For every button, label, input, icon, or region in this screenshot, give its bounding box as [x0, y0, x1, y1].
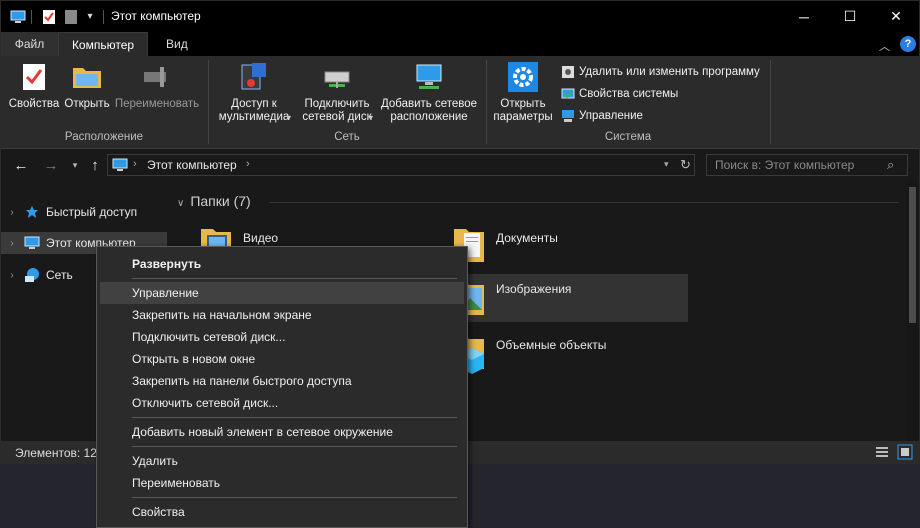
help-icon[interactable]: ?: [900, 36, 916, 52]
menu-separator: [132, 446, 457, 447]
search-box[interactable]: Поиск в: Этот компьютер ⌕: [706, 154, 908, 176]
maximize-icon: ☐: [843, 8, 857, 24]
properties-icon: [18, 60, 50, 94]
group-label-network: Сеть: [334, 131, 360, 143]
expand-chevron-icon[interactable]: ›: [1, 270, 23, 281]
menu-separator: [132, 278, 457, 279]
close-icon: ✕: [890, 8, 902, 24]
vertical-scrollbar[interactable]: [906, 181, 919, 441]
expand-chevron-icon[interactable]: ›: [1, 207, 23, 218]
gear-icon: [507, 60, 539, 94]
new-folder-icon[interactable]: [63, 8, 79, 25]
customize-quick-access-icon[interactable]: ▾: [83, 8, 97, 25]
dropdown-arrow-icon[interactable]: ▾: [369, 113, 373, 122]
forward-arrow-icon[interactable]: →: [41, 155, 61, 175]
breadcrumb[interactable]: Этот компьютер: [147, 158, 237, 172]
group-label-system: Система: [604, 131, 652, 143]
menu-item-manage[interactable]: Управление: [100, 282, 464, 304]
maximize-button[interactable]: ☐: [827, 1, 873, 32]
breadcrumb-chevron-icon[interactable]: ›: [246, 158, 250, 170]
system-properties-button[interactable]: Свойства системы: [561, 85, 678, 103]
window-title: Этот компьютер: [111, 9, 201, 23]
manage-button[interactable]: Управление: [561, 107, 643, 125]
map-network-drive-icon: [321, 60, 353, 94]
menu-item-properties[interactable]: Свойства: [100, 501, 464, 523]
folder-tile-3d-objects[interactable]: Объемные объекты: [448, 330, 688, 378]
menu-item-rename[interactable]: Переименовать: [100, 472, 464, 494]
menu-item-pin-to-start[interactable]: Закрепить на начальном экране: [100, 304, 464, 326]
up-arrow-icon[interactable]: ↑: [85, 155, 105, 175]
media-access-icon: [238, 60, 270, 94]
address-bar[interactable]: › Этот компьютер › ▾ ↻: [107, 154, 695, 176]
search-input[interactable]: Поиск в: Этот компьютер: [715, 158, 854, 172]
details-view-icon[interactable]: [875, 445, 889, 462]
uninstall-program-icon: [561, 65, 575, 79]
ribbon-tabs: Файл Компьютер Вид ︿ ?: [1, 32, 919, 56]
collapse-chevron-icon[interactable]: ∨: [177, 198, 184, 209]
media-access-button[interactable]: Доступ к мультимедиа: [213, 60, 295, 124]
refresh-icon[interactable]: ↻: [680, 157, 691, 173]
large-icons-view-icon[interactable]: [897, 444, 913, 463]
back-arrow-icon[interactable]: ←: [11, 155, 31, 175]
folder-tile-pictures[interactable]: Изображения: [448, 274, 688, 322]
dropdown-arrow-icon[interactable]: ▾: [287, 113, 291, 122]
tab-view[interactable]: Вид: [152, 32, 202, 56]
menu-separator: [132, 417, 457, 418]
rename-button[interactable]: Переименовать: [113, 60, 201, 111]
item-count: Элементов: 12: [15, 446, 97, 460]
nav-item-quick-access[interactable]: › Быстрый доступ: [1, 201, 167, 223]
open-settings-button[interactable]: Открыть параметры: [491, 60, 555, 124]
computer-icon[interactable]: [9, 8, 27, 25]
network-icon: [23, 267, 41, 283]
breadcrumb-chevron-icon[interactable]: ›: [133, 158, 137, 170]
properties-icon[interactable]: [41, 8, 57, 25]
system-properties-icon: [561, 87, 575, 101]
menu-item-pin-quick-access[interactable]: Закрепить на панели быстрого доступа: [100, 370, 464, 392]
collapse-ribbon-icon[interactable]: ︿: [879, 38, 890, 54]
scrollbar-thumb[interactable]: [909, 187, 916, 323]
add-network-location-button[interactable]: Добавить сетевое расположение: [379, 60, 479, 124]
minimize-icon: ─: [799, 8, 809, 25]
tab-file[interactable]: Файл: [1, 32, 58, 56]
minimize-button[interactable]: ─: [781, 1, 827, 32]
menu-separator: [132, 497, 457, 498]
separator: [103, 10, 104, 24]
ribbon: Свойства Открыть Переименовать Расположе…: [1, 56, 919, 149]
address-dropdown-icon[interactable]: ▾: [664, 159, 669, 170]
map-network-drive-button[interactable]: Подключить сетевой диск: [299, 60, 375, 124]
rename-icon: [141, 60, 173, 94]
star-icon: [23, 204, 41, 220]
add-network-location-icon: [413, 60, 445, 94]
computer-icon: [23, 235, 41, 251]
section-header-folders[interactable]: ∨ Папки (7): [177, 193, 251, 209]
recent-locations-icon[interactable]: ▾: [65, 155, 85, 175]
computer-icon: [112, 158, 128, 175]
group-label-location: Расположение: [64, 131, 144, 143]
menu-item-open-new-window[interactable]: Открыть в новом окне: [100, 348, 464, 370]
section-divider: [269, 202, 899, 203]
menu-item-map-network-drive[interactable]: Подключить сетевой диск...: [100, 326, 464, 348]
title-bar: ▾ Этот компьютер ─ ☐ ✕: [1, 1, 919, 32]
search-icon[interactable]: ⌕: [887, 157, 894, 173]
open-folder-icon: [71, 60, 103, 94]
separator: [31, 10, 32, 24]
menu-item-add-network-location[interactable]: Добавить новый элемент в сетевое окружен…: [100, 421, 464, 443]
tab-computer[interactable]: Компьютер: [58, 32, 148, 56]
menu-item-delete[interactable]: Удалить: [100, 450, 464, 472]
menu-item-disconnect-network-drive[interactable]: Отключить сетевой диск...: [100, 392, 464, 414]
context-menu: Развернуть Управление Закрепить на начал…: [96, 246, 468, 528]
expand-chevron-icon[interactable]: ›: [1, 238, 23, 249]
manage-icon: [561, 109, 575, 123]
group-separator: [770, 60, 771, 144]
properties-button[interactable]: Свойства: [7, 60, 61, 111]
folder-tile-documents[interactable]: Документы: [448, 223, 688, 271]
uninstall-program-button[interactable]: Удалить или изменить программу: [561, 63, 760, 81]
close-button[interactable]: ✕: [873, 1, 919, 32]
open-button[interactable]: Открыть: [62, 60, 112, 111]
menu-item-expand[interactable]: Развернуть: [100, 253, 464, 275]
